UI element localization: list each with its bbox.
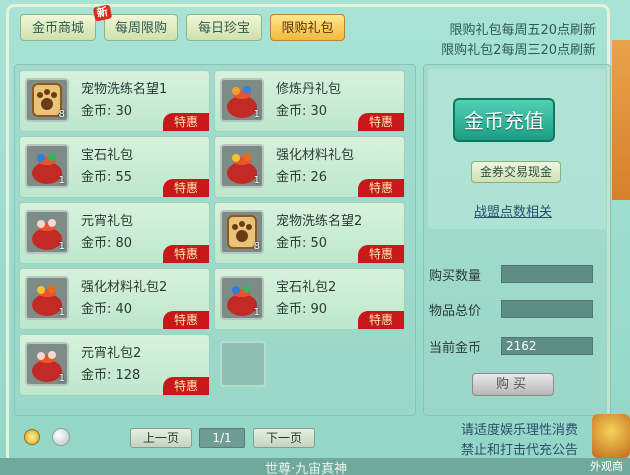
shop-item[interactable]: 1 宝石礼包2 金币: 90 特惠 <box>214 268 405 330</box>
notice-line-2: 限购礼包2每周三20点刷新 <box>441 43 596 58</box>
item-name: 宝石礼包2 <box>276 280 337 295</box>
alliance-points-link[interactable]: 战盟点数相关 <box>474 201 552 220</box>
shop-item[interactable]: 1 元宵礼包2 金币: 128 特惠 <box>19 334 210 396</box>
current-gold-field: 2162 <box>501 337 593 355</box>
shop-item[interactable]: 8 宠物洗练名望1 金币: 30 特惠 <box>19 70 210 132</box>
coin-icon[interactable] <box>24 429 40 445</box>
item-count: 8 <box>58 109 65 120</box>
paw-badge-icon: 8 <box>25 78 69 122</box>
tab-gold-mall[interactable]: 金币商城 <box>20 14 96 41</box>
gold-recharge-button[interactable]: 金币充值 <box>453 98 555 142</box>
item-name: 宠物洗练名望1 <box>81 82 168 97</box>
discount-tag: 特惠 <box>163 311 209 329</box>
discount-tag: 特惠 <box>163 113 209 131</box>
item-count: 1 <box>58 241 65 252</box>
item-count: 1 <box>253 307 260 318</box>
gift-bag-icon: 1 <box>25 342 69 386</box>
item-name: 元宵礼包2 <box>81 346 142 361</box>
shop-item[interactable]: 1 元宵礼包 金币: 80 特惠 <box>19 202 210 264</box>
item-price: 金币: 50 <box>276 236 328 251</box>
item-name: 强化材料礼包2 <box>81 280 168 295</box>
item-count: 8 <box>253 241 260 252</box>
discount-tag: 特惠 <box>163 179 209 197</box>
empty-item-slot <box>220 341 266 387</box>
pearl-icon[interactable] <box>52 428 70 446</box>
bottom-strip: 世尊·九宙真神 <box>0 458 630 475</box>
prev-page-button[interactable]: 上一页 <box>130 428 192 448</box>
tab-daily-treasure[interactable]: 每日珍宝 <box>186 14 262 41</box>
item-count: 1 <box>58 373 65 384</box>
voucher-exchange-button[interactable]: 金券交易现金 <box>471 161 561 183</box>
item-name: 强化材料礼包 <box>276 148 355 163</box>
paw-badge-icon: 8 <box>220 210 264 254</box>
bottom-caption: 世尊·九宙真神 <box>265 462 348 475</box>
item-price: 金币: 55 <box>81 170 133 185</box>
treasure-icon[interactable] <box>592 414 630 458</box>
item-price: 金币: 128 <box>81 368 141 383</box>
item-price: 金币: 80 <box>81 236 133 251</box>
item-name: 修炼丹礼包 <box>276 82 342 97</box>
shop-item[interactable]: 1 宝石礼包 金币: 55 特惠 <box>19 136 210 198</box>
moderate-play-notice[interactable]: 请适度娱乐理性消费 <box>461 419 578 438</box>
discount-tag: 特惠 <box>358 179 404 197</box>
shop-item[interactable]: 8 宠物洗练名望2 金币: 50 特惠 <box>214 202 405 264</box>
discount-tag: 特惠 <box>163 377 209 395</box>
discount-tag: 特惠 <box>358 245 404 263</box>
gift-bag-icon: 1 <box>220 276 264 320</box>
total-price-label: 物品总价 <box>429 304 482 319</box>
item-price: 金币: 90 <box>276 302 328 317</box>
item-price: 金币: 30 <box>81 104 133 119</box>
buy-button[interactable]: 购买 <box>472 373 554 396</box>
item-price: 金币: 40 <box>81 302 133 317</box>
gift-bag-icon: 1 <box>25 144 69 188</box>
item-price: 金币: 26 <box>276 170 328 185</box>
appearance-shop-label[interactable]: 外观商 <box>590 458 623 474</box>
item-price: 金币: 30 <box>276 104 328 119</box>
item-count: 1 <box>58 175 65 186</box>
shop-item[interactable]: 1 修炼丹礼包 金币: 30 特惠 <box>214 70 405 132</box>
shop-item[interactable]: 1 强化材料礼包 金币: 26 特惠 <box>214 136 405 198</box>
discount-tag: 特惠 <box>163 245 209 263</box>
item-name: 宝石礼包 <box>81 148 134 163</box>
shop-item[interactable]: 1 强化材料礼包2 金币: 40 特惠 <box>19 268 210 330</box>
notice-line-1: 限购礼包每周五20点刷新 <box>449 23 596 38</box>
tab-weekly-limit[interactable]: 每周限购 <box>104 14 178 41</box>
next-page-button[interactable]: 下一页 <box>253 428 315 448</box>
item-name: 宠物洗练名望2 <box>276 214 363 229</box>
tab-limited-gift[interactable]: 限购礼包 <box>270 14 345 41</box>
gift-bag-icon: 1 <box>220 78 264 122</box>
gift-bag-icon: 1 <box>25 276 69 320</box>
discount-tag: 特惠 <box>358 113 404 131</box>
item-name: 元宵礼包 <box>81 214 134 229</box>
quantity-input[interactable] <box>501 265 593 283</box>
current-gold-label: 当前金币 <box>429 341 482 356</box>
item-count: 1 <box>58 307 65 318</box>
item-count: 1 <box>253 175 260 186</box>
mall-window: 金币商城 每周限购 新 每日珍宝 限购礼包 限购礼包每周五20点刷新 限购礼包2… <box>0 0 630 475</box>
total-price-field <box>501 300 593 318</box>
item-count: 1 <box>253 109 260 120</box>
quantity-label: 购买数量 <box>429 269 482 284</box>
page-indicator: 1/1 <box>199 428 245 448</box>
gift-bag-icon: 1 <box>220 144 264 188</box>
anti-recharge-notice[interactable]: 禁止和打击代充公告 <box>461 439 578 458</box>
side-banner[interactable] <box>612 40 630 200</box>
discount-tag: 特惠 <box>358 311 404 329</box>
gift-bag-icon: 1 <box>25 210 69 254</box>
